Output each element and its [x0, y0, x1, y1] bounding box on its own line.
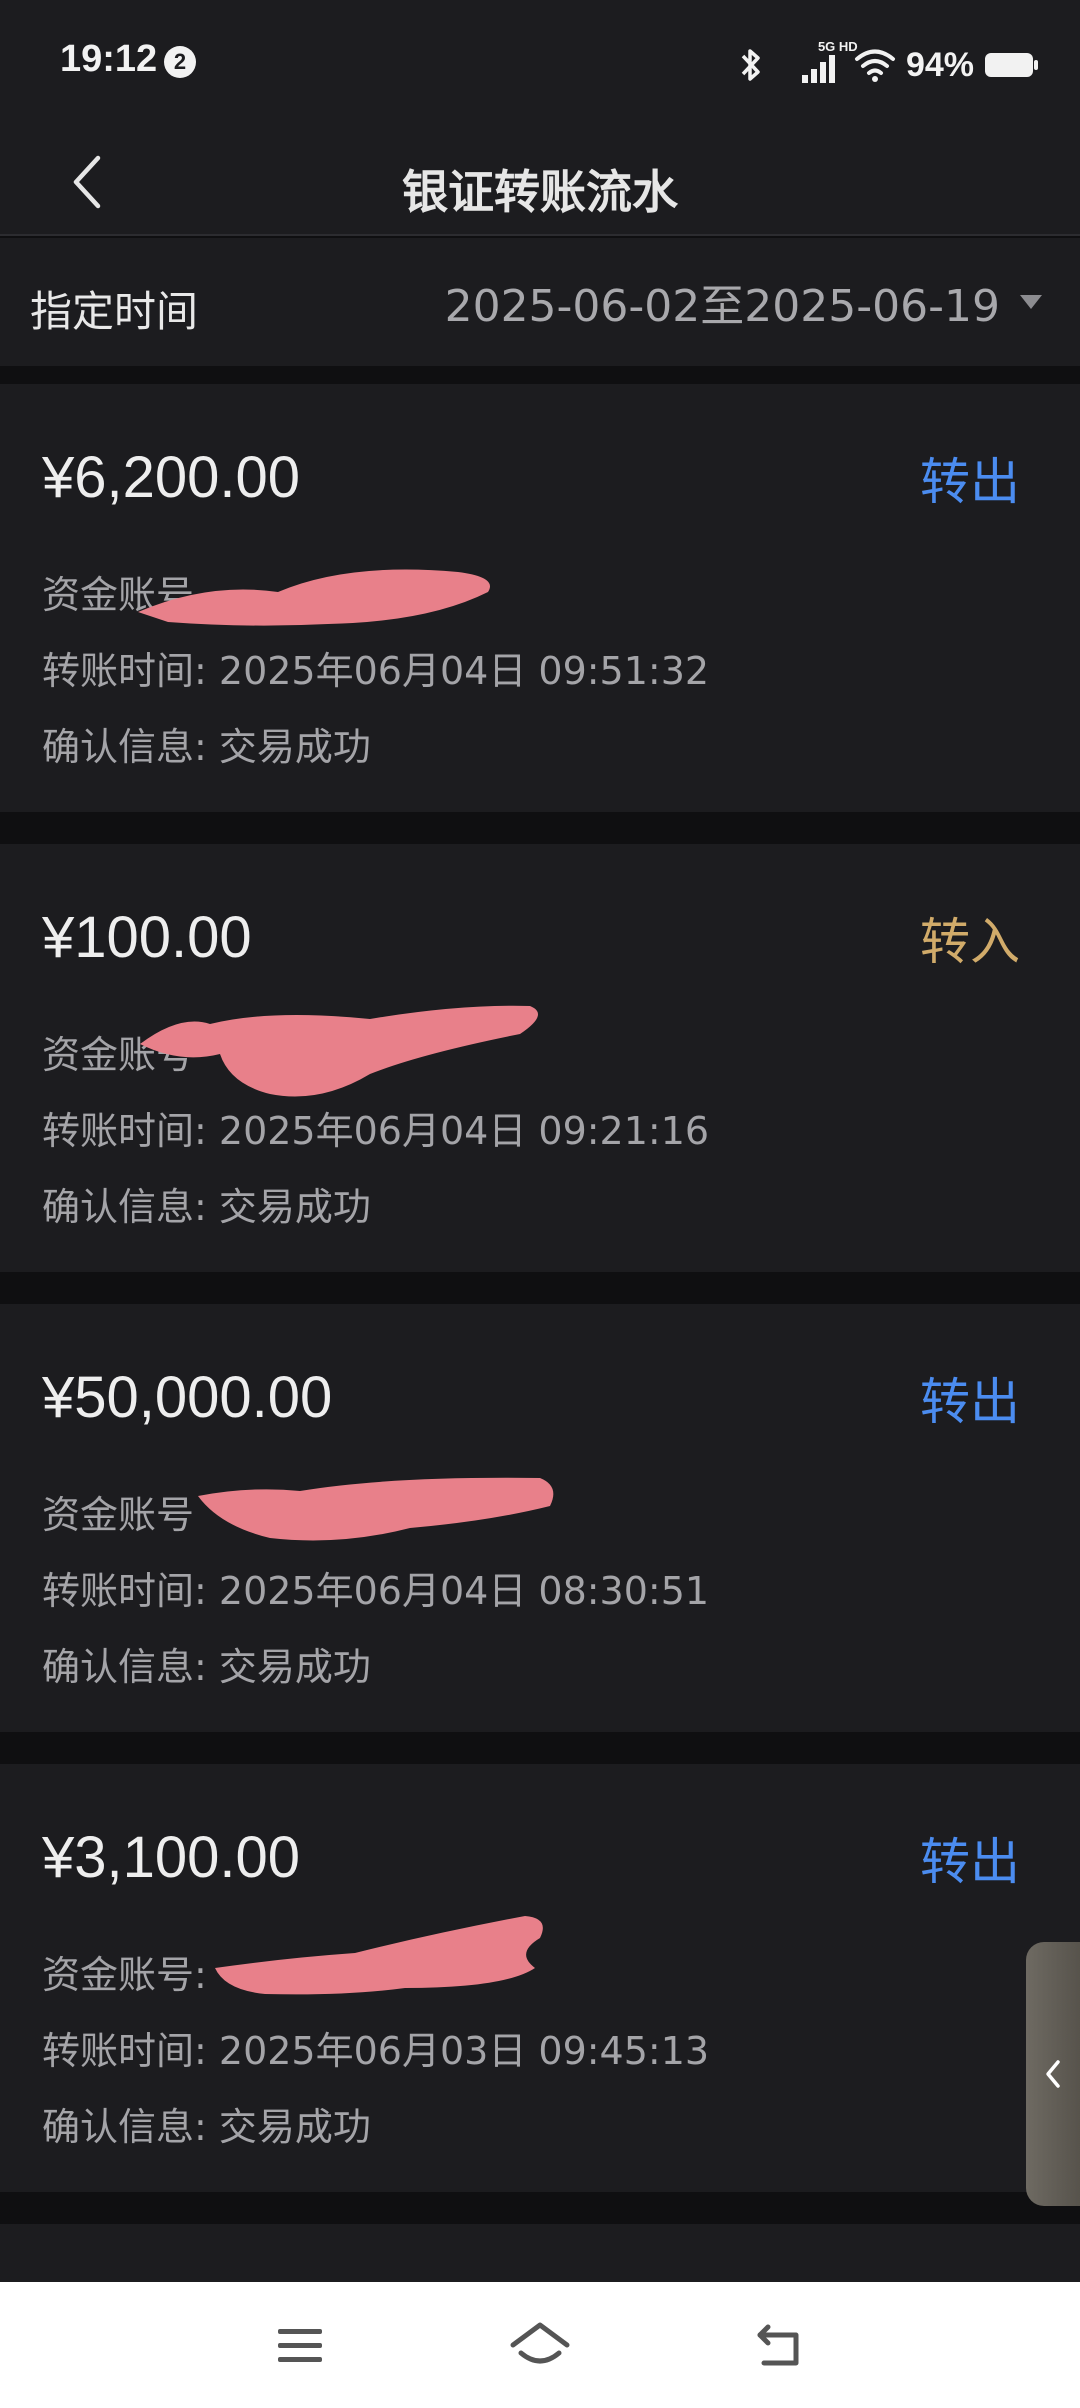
transfer-record[interactable]: ¥100.00 转入 资金账号 转账时间: 2025年06月04日 09:21:… [0, 844, 1080, 1272]
confirm-label: 确认信息: [42, 1185, 207, 1229]
transfer-time-value: 2025年06月04日 09:21:16 [218, 1109, 710, 1153]
confirm-value: 交易成功 [218, 1645, 371, 1689]
status-bar: 19:12 2 5G HD 94% [0, 0, 1080, 128]
confirm-line: 确认信息: 交易成功 [42, 1176, 371, 1231]
home-icon [510, 2322, 570, 2364]
battery-percent: 94% [905, 45, 974, 84]
transfer-record[interactable]: ¥6,200.00 转出 资金账号 转账时间: 2025年06月04日 09:5… [0, 384, 1080, 812]
page-title: 银证转账流水 [402, 165, 678, 219]
transfer-time-label: 转账时间: [42, 649, 207, 693]
record-direction: 转出 [920, 1833, 1020, 1891]
triangle-down-icon [1020, 295, 1042, 309]
redaction-scribble [215, 1916, 543, 1995]
transfer-time-value: 2025年06月03日 09:45:13 [218, 2029, 710, 2073]
home-button[interactable] [500, 2312, 580, 2378]
back-arrow-icon [757, 2324, 799, 2366]
account-line: 资金账号: [42, 1944, 207, 1999]
date-filter-label: 指定时间 [30, 287, 199, 336]
transfer-time-label: 转账时间: [42, 1569, 207, 1613]
menu-icon [278, 2329, 322, 2362]
account-label: 资金账号 [42, 1493, 195, 1537]
transfer-time-line: 转账时间: 2025年06月04日 08:30:51 [42, 1560, 709, 1615]
transfer-record-list: ¥6,200.00 转出 资金账号 转账时间: 2025年06月04日 09:5… [0, 384, 1080, 2316]
confirm-line: 确认信息: 交易成功 [42, 1636, 371, 1691]
date-range-value: 2025-06-02至2025-06-19 [444, 281, 1000, 332]
confirm-label: 确认信息: [42, 1645, 207, 1689]
transfer-time-label: 转账时间: [42, 1109, 207, 1153]
battery-icon [985, 53, 1038, 77]
record-amount: ¥100.00 [42, 905, 252, 970]
record-direction: 转出 [920, 453, 1020, 511]
transfer-time-line: 转账时间: 2025年06月04日 09:51:32 [42, 640, 709, 695]
confirm-value: 交易成功 [218, 725, 371, 769]
transfer-record[interactable]: ¥50,000.00 转出 资金账号 转账时间: 2025年06月04日 08:… [0, 1304, 1080, 1732]
date-filter-bar[interactable]: 指定时间 2025-06-02至2025-06-19 [0, 238, 1080, 366]
cell-signal: 5G HD [776, 39, 858, 85]
confirm-line: 确认信息: 交易成功 [42, 716, 371, 771]
account-label: 资金账号: [42, 1953, 207, 1997]
transfer-time-label: 转账时间: [42, 2029, 207, 2073]
record-amount: ¥3,100.00 [42, 1825, 301, 1890]
transfer-time-line: 转账时间: 2025年06月04日 09:21:16 [42, 1100, 709, 1155]
app-header: 银证转账流水 [0, 128, 1080, 236]
notification-badge: 2 [164, 46, 196, 78]
confirm-label: 确认信息: [42, 2105, 207, 2149]
record-direction: 转出 [920, 1373, 1020, 1431]
chevron-left-icon [1046, 2060, 1060, 2088]
account-line: 资金账号 [42, 1484, 194, 1539]
transfer-record[interactable]: ¥3,100.00 转出 资金账号: 转账时间: 2025年06月03日 09:… [0, 1764, 1080, 2192]
date-range-selector[interactable]: 2025-06-02至2025-06-19 [445, 272, 1042, 332]
record-direction: 转入 [920, 913, 1020, 971]
confirm-label: 确认信息: [42, 725, 207, 769]
back-nav-button[interactable] [740, 2312, 820, 2378]
side-drawer-tab[interactable] [1026, 1942, 1080, 2206]
confirm-value: 交易成功 [218, 1185, 371, 1229]
confirm-line: 确认信息: 交易成功 [42, 2096, 371, 2151]
confirm-value: 交易成功 [218, 2105, 371, 2149]
transfer-record-partial[interactable] [0, 2224, 1080, 2284]
transfer-time-value: 2025年06月04日 09:51:32 [218, 649, 710, 693]
menu-button[interactable] [260, 2312, 340, 2378]
transfer-time-value: 2025年06月04日 08:30:51 [218, 1569, 710, 1613]
status-time: 19:12 [60, 38, 158, 80]
record-amount: ¥6,200.00 [42, 445, 301, 510]
redaction-scribble [140, 1005, 538, 1097]
status-icons: 5G HD 94% [736, 39, 1040, 90]
bluetooth-icon [741, 49, 760, 81]
wifi-icon [854, 49, 895, 82]
record-amount: ¥50,000.00 [42, 1365, 333, 1430]
redaction-scribble [138, 569, 490, 626]
signal-icon [801, 55, 835, 83]
system-nav-bar [0, 2282, 1080, 2408]
transfer-time-line: 转账时间: 2025年06月03日 09:45:13 [42, 2020, 709, 2075]
redaction-scribble [198, 1477, 554, 1541]
